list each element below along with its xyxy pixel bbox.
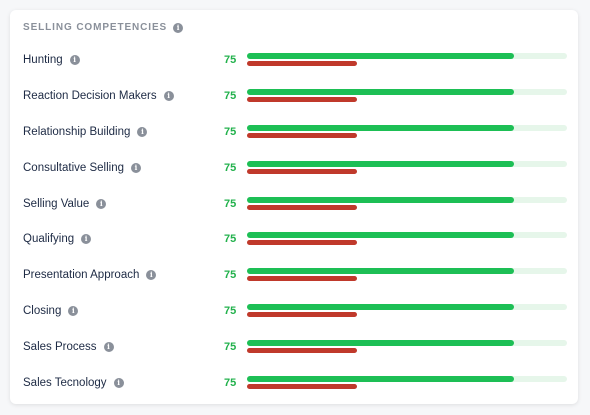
info-icon[interactable]: i <box>69 55 80 65</box>
competency-score: 75 <box>224 341 237 354</box>
competency-score: 75 <box>224 269 237 282</box>
score-bar-track <box>247 160 567 167</box>
info-icon[interactable]: i <box>146 270 157 281</box>
competency-score: 75 <box>224 305 237 318</box>
benchmark-bar <box>247 168 358 174</box>
info-icon[interactable]: i <box>81 234 92 245</box>
info-icon[interactable]: i <box>96 198 107 209</box>
competency-row: Qualifying i 75 <box>10 222 578 258</box>
competency-row: Hunting i 75 <box>10 43 578 79</box>
competency-score: 75 <box>224 89 237 102</box>
benchmark-bar <box>247 276 358 282</box>
benchmark-bar <box>247 348 358 354</box>
competency-row: Reaction Decision Makers i 75 <box>10 79 578 115</box>
benchmark-bar <box>247 204 358 210</box>
competency-label-group: Selling Value i <box>23 197 107 210</box>
competency-row: Presentation Approach i 75 <box>10 258 578 294</box>
info-icon[interactable]: i <box>103 342 114 353</box>
info-icon[interactable]: i <box>68 306 79 317</box>
benchmark-bar <box>247 132 358 138</box>
competency-label: Relationship Building <box>23 125 131 138</box>
competency-label-group: Closing i <box>23 305 79 318</box>
competency-score: 75 <box>224 233 237 246</box>
score-bar-fill <box>247 124 515 131</box>
competency-label-group: Qualifying i <box>23 233 92 246</box>
benchmark-bar <box>247 384 358 390</box>
score-bar-track <box>247 88 567 95</box>
competency-row: Selling Value i 75 <box>10 187 578 223</box>
competency-label: Hunting <box>23 54 63 66</box>
score-bar-track <box>247 196 567 203</box>
competency-label: Qualifying <box>23 233 75 246</box>
benchmark-bar <box>247 61 358 66</box>
competency-label-group: Sales Process i <box>23 341 114 353</box>
score-bar-track <box>247 304 567 311</box>
competency-score: 75 <box>224 161 237 174</box>
competency-score: 75 <box>224 377 237 390</box>
score-bar-fill <box>247 232 515 239</box>
score-bar-fill <box>247 88 515 95</box>
competency-label: Closing <box>23 305 62 318</box>
competency-label: Selling Value <box>23 197 90 210</box>
score-bar-track <box>247 376 567 383</box>
card-header: SELLING COMPETENCIES i <box>23 22 184 33</box>
competency-label-group: Sales Tecnology i <box>23 377 124 389</box>
info-icon[interactable]: i <box>163 90 174 101</box>
info-icon[interactable]: i <box>131 162 142 173</box>
score-bar-track <box>247 124 567 131</box>
competency-label-group: Relationship Building i <box>23 125 148 138</box>
card-title: SELLING COMPETENCIES <box>23 22 168 33</box>
benchmark-bar <box>247 96 358 102</box>
score-bar-fill <box>247 53 515 59</box>
competency-label-group: Hunting i <box>23 54 80 66</box>
competency-score: 75 <box>224 125 237 138</box>
score-bar-fill <box>247 376 515 383</box>
score-bar-track <box>247 268 567 275</box>
competency-label: Presentation Approach <box>23 269 140 282</box>
competency-row: Consultative Selling i 75 <box>10 151 578 187</box>
score-bar-track <box>247 340 567 347</box>
competency-label: Consultative Selling <box>23 161 125 174</box>
competency-label-group: Consultative Selling i <box>23 161 142 174</box>
score-bar-fill <box>247 268 515 275</box>
competency-label: Sales Process <box>23 341 97 354</box>
score-bar-track <box>247 53 567 59</box>
competency-score: 75 <box>224 197 237 210</box>
info-icon[interactable]: i <box>113 378 124 389</box>
info-icon[interactable]: i <box>137 126 148 137</box>
score-bar-track <box>247 232 567 239</box>
score-bar-fill <box>247 160 515 167</box>
competency-score: 75 <box>224 54 237 66</box>
score-bar-fill <box>247 196 515 203</box>
info-icon[interactable]: i <box>173 22 184 33</box>
competency-list: Hunting i 75 Reaction Decision Makers i 75 Rel… <box>10 43 578 402</box>
benchmark-bar <box>247 312 358 318</box>
score-bar-fill <box>247 304 515 311</box>
competency-label: Reaction Decision Makers <box>23 89 157 102</box>
benchmark-bar <box>247 240 358 246</box>
score-bar-fill <box>247 340 515 347</box>
competency-label-group: Reaction Decision Makers i <box>23 90 174 102</box>
competency-label: Sales Tecnology <box>23 377 107 390</box>
competency-row: Sales Process i 75 <box>10 330 578 366</box>
competency-row: Closing i 75 <box>10 294 578 330</box>
competency-row: Sales Tecnology i 75 <box>10 366 578 402</box>
competency-row: Relationship Building i 75 <box>10 115 578 151</box>
competency-label-group: Presentation Approach i <box>23 269 157 282</box>
selling-competencies-card: SELLING COMPETENCIES i Hunting i 75 Reactio… <box>10 10 578 404</box>
